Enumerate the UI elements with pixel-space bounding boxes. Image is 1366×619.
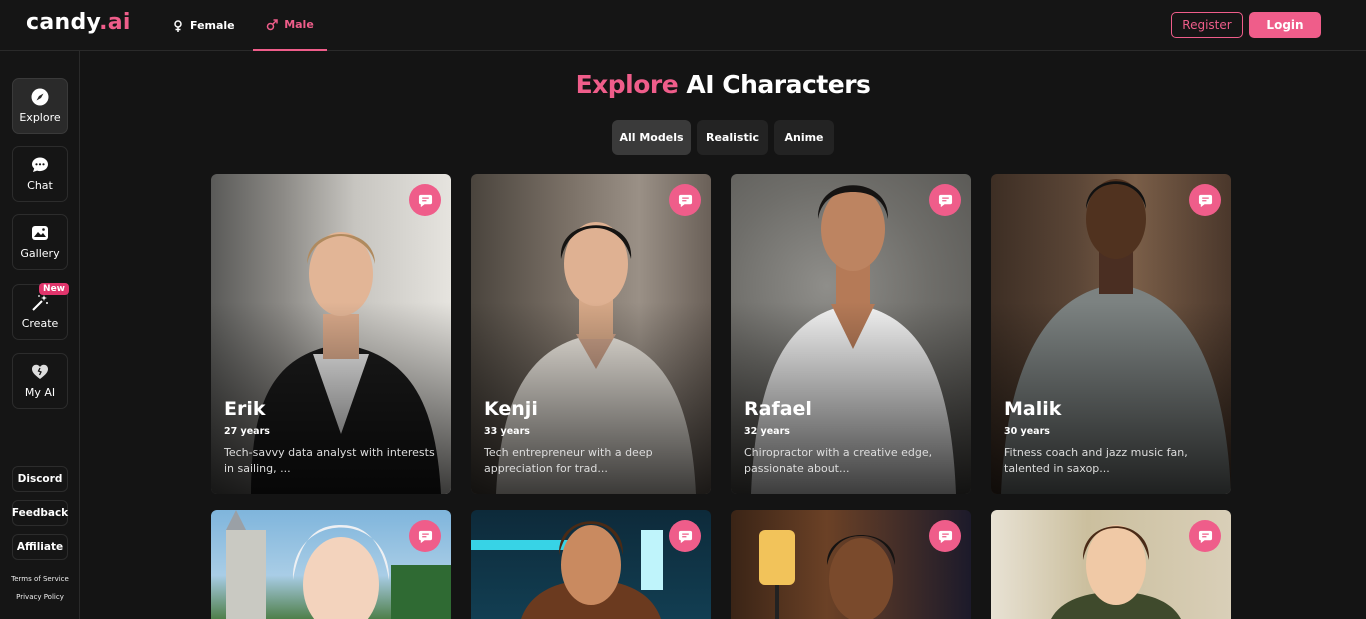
top-bar: candy.ai Female Male Register Login: [0, 0, 1366, 51]
sidebar-item-gallery[interactable]: Gallery: [12, 214, 68, 270]
chat-button[interactable]: [1189, 184, 1221, 216]
chat-button[interactable]: [929, 184, 961, 216]
gallery-icon: [32, 226, 48, 240]
login-button[interactable]: Login: [1249, 12, 1321, 38]
chat-button[interactable]: [669, 184, 701, 216]
male-symbol-icon: [266, 18, 278, 30]
character-description: Tech-savvy data analyst with interests i…: [224, 446, 435, 475]
character-card-anime-4[interactable]: [991, 510, 1231, 619]
chat-icon: [418, 530, 432, 543]
sidebar-item-create[interactable]: New Create: [12, 283, 69, 340]
sidebar-item-label: Gallery: [20, 247, 60, 260]
chat-button[interactable]: [669, 520, 701, 552]
chat-button[interactable]: [1189, 520, 1221, 552]
female-symbol-icon: [174, 19, 182, 32]
character-age: 30 years: [1004, 426, 1050, 437]
sidebar-item-chat[interactable]: Chat: [12, 146, 68, 202]
tab-female-label: Female: [190, 19, 235, 32]
sidebar-item-label: Create: [21, 317, 59, 330]
sidebar-item-label: My AI: [24, 386, 56, 399]
sidebar-item-my-ai[interactable]: My AI: [12, 353, 68, 409]
sidebar-item-explore[interactable]: Explore: [12, 78, 68, 134]
filter-all-models[interactable]: All Models: [612, 120, 691, 155]
chat-bubble-icon: [32, 157, 48, 172]
affiliate-button[interactable]: Affiliate: [12, 534, 68, 560]
tab-male-label: Male: [284, 18, 314, 31]
chat-button[interactable]: [409, 184, 441, 216]
chat-icon: [1198, 530, 1212, 543]
character-card-anime-1[interactable]: [211, 510, 451, 619]
terms-link[interactable]: Terms of Service: [0, 575, 80, 583]
compass-icon: [31, 88, 49, 106]
chat-icon: [1198, 194, 1212, 207]
character-description: Fitness coach and jazz music fan, talent…: [1004, 446, 1188, 475]
register-button[interactable]: Register: [1171, 12, 1243, 38]
chat-button[interactable]: [929, 520, 961, 552]
magic-wand-icon: [32, 295, 48, 311]
tab-male[interactable]: Male: [253, 0, 327, 51]
privacy-link[interactable]: Privacy Policy: [0, 593, 80, 601]
chat-icon: [678, 530, 692, 543]
filter-realistic[interactable]: Realistic: [697, 120, 768, 155]
character-description: Tech entrepreneur with a deep appreciati…: [484, 446, 653, 475]
chat-button[interactable]: [409, 520, 441, 552]
sidebar-item-label: Chat: [27, 179, 53, 192]
character-name: Malik: [1004, 398, 1062, 420]
character-age: 33 years: [484, 426, 530, 437]
character-card-anime-2[interactable]: [471, 510, 711, 619]
sidebar-item-label: Explore: [19, 111, 61, 124]
character-description: Chiropractor with a creative edge, passi…: [744, 446, 933, 475]
feedback-button[interactable]: Feedback: [12, 500, 68, 526]
character-card-erik[interactable]: Erik 27 years Tech-savvy data analyst wi…: [211, 174, 451, 494]
character-age: 32 years: [744, 426, 790, 437]
page-title: Explore AI Characters: [575, 70, 871, 99]
character-name: Erik: [224, 398, 266, 420]
chat-icon: [418, 194, 432, 207]
character-name: Rafael: [744, 398, 812, 420]
chat-icon: [678, 194, 692, 207]
character-age: 27 years: [224, 426, 270, 437]
character-card-rafael[interactable]: Rafael 32 years Chiropractor with a crea…: [731, 174, 971, 494]
heart-icon: [32, 364, 48, 379]
sidebar: Explore Chat Gallery New Create My AI Di…: [0, 51, 80, 619]
filter-anime[interactable]: Anime: [774, 120, 834, 155]
chat-icon: [938, 530, 952, 543]
discord-button[interactable]: Discord: [12, 466, 68, 492]
chat-icon: [938, 194, 952, 207]
character-card-kenji[interactable]: Kenji 33 years Tech entrepreneur with a …: [471, 174, 711, 494]
tab-female[interactable]: Female: [172, 0, 235, 51]
character-card-anime-3[interactable]: [731, 510, 971, 619]
new-badge: New: [39, 283, 69, 295]
character-name: Kenji: [484, 398, 538, 420]
character-card-malik[interactable]: Malik 30 years Fitness coach and jazz mu…: [991, 174, 1231, 494]
logo[interactable]: candy.ai: [26, 10, 131, 35]
